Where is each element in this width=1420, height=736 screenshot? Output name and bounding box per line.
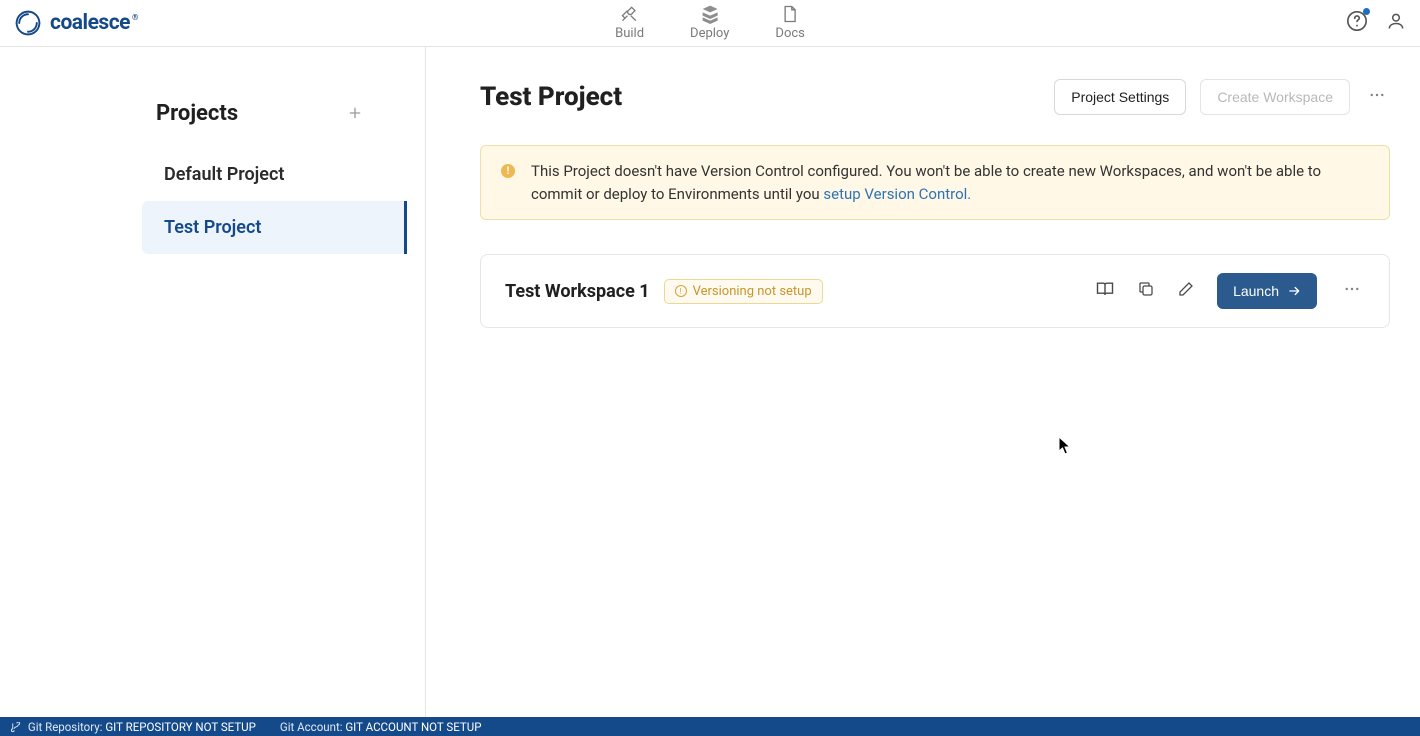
- page-actions: Project Settings Create Workspace: [1054, 79, 1390, 115]
- add-project-button[interactable]: [347, 104, 367, 124]
- workspace-name: Test Workspace 1: [505, 281, 650, 302]
- plus-icon: [347, 105, 363, 121]
- projects-sidebar: Projects Default Project Test Project: [0, 47, 426, 717]
- project-list: Default Project Test Project: [142, 148, 407, 254]
- coalesce-icon: [14, 9, 42, 37]
- sidebar-title: Projects: [156, 101, 238, 126]
- workspace-more-menu[interactable]: [1339, 275, 1365, 307]
- alert-text: This Project doesn't have Version Contro…: [531, 160, 1369, 205]
- help-button[interactable]: [1346, 10, 1368, 36]
- create-workspace-button: Create Workspace: [1200, 79, 1350, 115]
- tools-icon: [620, 4, 640, 24]
- arrow-right-icon: [1287, 284, 1301, 298]
- edit-button[interactable]: [1177, 280, 1195, 302]
- app-header: coalesce Build Deploy Docs: [0, 0, 1420, 47]
- git-repo-label: Git Repository:: [28, 720, 105, 734]
- deploy-icon: [700, 4, 720, 24]
- workspace-status-badge: ! Versioning not setup: [664, 279, 823, 304]
- copy-icon: [1137, 280, 1155, 298]
- status-bar: Git Repository: GIT REPOSITORY NOT SETUP…: [0, 717, 1420, 736]
- version-control-warning: ! This Project doesn't have Version Cont…: [480, 145, 1390, 220]
- nav-deploy-label: Deploy: [690, 26, 729, 41]
- branch-icon: [10, 722, 21, 733]
- setup-version-control-link[interactable]: setup Version Control.: [823, 185, 971, 203]
- docs-icon: [780, 4, 800, 24]
- main-content: Test Project Project Settings Create Wor…: [426, 47, 1420, 717]
- page-title: Test Project: [480, 82, 622, 112]
- more-horizontal-icon: [1368, 86, 1386, 104]
- header-actions: [1346, 10, 1406, 36]
- sidebar-item-test-project[interactable]: Test Project: [142, 201, 407, 254]
- nav-build[interactable]: Build: [615, 4, 644, 41]
- page-header: Test Project Project Settings Create Wor…: [480, 79, 1390, 115]
- warning-icon: !: [501, 164, 515, 178]
- pencil-icon: [1177, 280, 1195, 298]
- notification-dot: [1363, 8, 1370, 15]
- git-account-label: Git Account:: [280, 720, 345, 734]
- git-repo-value: GIT REPOSITORY NOT SETUP: [105, 720, 256, 734]
- brand-name: coalesce: [50, 11, 130, 35]
- user-menu[interactable]: [1386, 11, 1406, 35]
- git-account-status[interactable]: Git Account: GIT ACCOUNT NOT SETUP: [280, 720, 482, 734]
- project-more-menu[interactable]: [1364, 81, 1390, 113]
- git-account-value: GIT ACCOUNT NOT SETUP: [345, 720, 481, 734]
- nav-deploy[interactable]: Deploy: [690, 4, 729, 41]
- duplicate-button[interactable]: [1137, 280, 1155, 302]
- workspace-badge-text: Versioning not setup: [693, 284, 812, 299]
- docs-view-button[interactable]: [1095, 279, 1115, 303]
- project-settings-button[interactable]: Project Settings: [1054, 79, 1186, 115]
- nav-docs[interactable]: Docs: [775, 4, 804, 41]
- logo[interactable]: coalesce: [14, 9, 130, 37]
- launch-button[interactable]: Launch: [1217, 273, 1317, 309]
- sidebar-item-default-project[interactable]: Default Project: [142, 148, 407, 201]
- workspace-actions: Launch: [1095, 273, 1365, 309]
- book-open-icon: [1095, 279, 1115, 299]
- user-icon: [1386, 11, 1406, 31]
- nav-docs-label: Docs: [775, 26, 804, 41]
- clock-icon: !: [675, 285, 687, 297]
- top-nav: Build Deploy Docs: [615, 0, 805, 46]
- body: Projects Default Project Test Project Te…: [0, 47, 1420, 717]
- more-horizontal-icon: [1343, 280, 1361, 298]
- git-repo-status[interactable]: Git Repository: GIT REPOSITORY NOT SETUP: [10, 720, 256, 734]
- nav-build-label: Build: [615, 26, 644, 41]
- workspace-card: Test Workspace 1 ! Versioning not setup …: [480, 254, 1390, 328]
- sidebar-header: Projects: [156, 101, 407, 126]
- launch-label: Launch: [1233, 283, 1279, 299]
